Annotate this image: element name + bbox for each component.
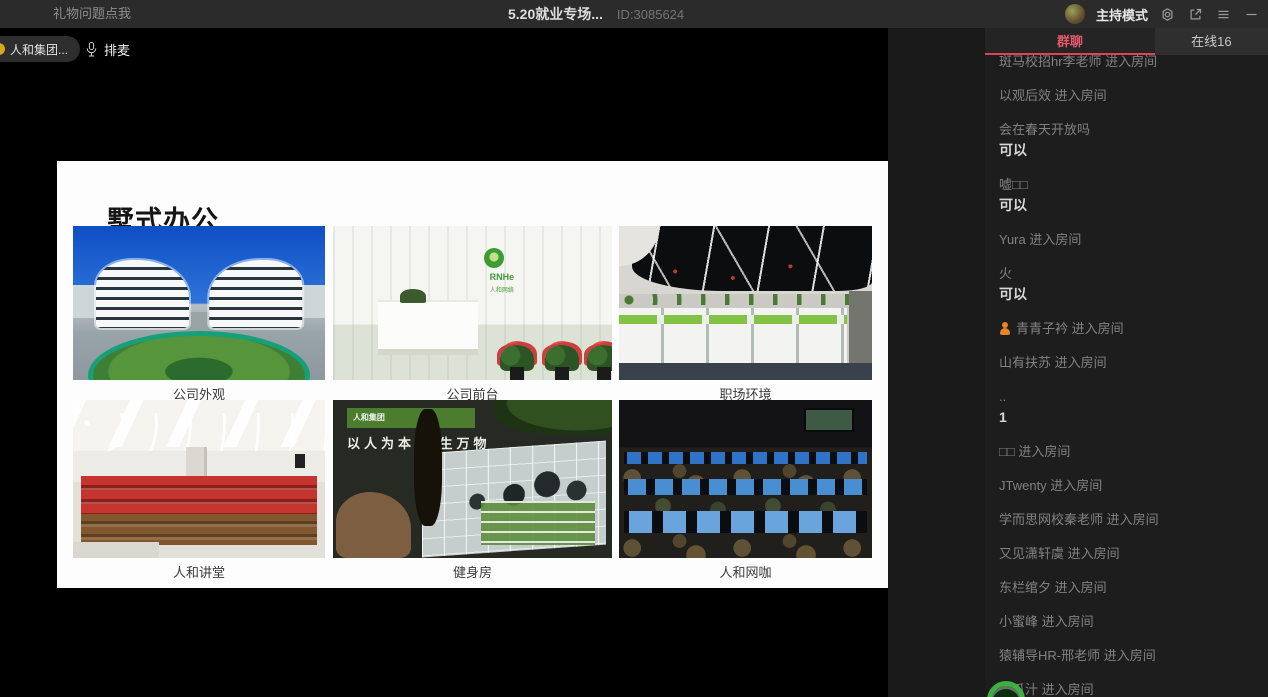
join-notice-text: Yura 进入房间	[999, 230, 1258, 250]
photo-net-cafe: 人和网咖	[619, 400, 872, 581]
chat-message-text: 可以	[999, 284, 1258, 305]
microphone-icon	[85, 41, 98, 58]
chat-username: 火	[999, 264, 1258, 284]
net-cafe-image	[619, 400, 872, 558]
join-notice-text: 以观后效 进入房间	[999, 86, 1258, 106]
host-mode-button[interactable]: 主持模式	[1096, 5, 1148, 24]
video-stage: 人和集团... 排麦 墅式办公 公司外观 RNHe	[0, 28, 888, 697]
person-icon	[999, 322, 1011, 335]
stage-side-gutter	[888, 28, 985, 697]
join-notice: Yura 进入房间	[999, 230, 1258, 250]
titlebar-controls: 主持模式	[1065, 0, 1260, 28]
gift-hint-button[interactable]: 礼物问题点我	[53, 0, 131, 28]
join-notice: 西瓜汁 进入房间	[999, 680, 1258, 697]
join-notice: 以观后效 进入房间	[999, 86, 1258, 106]
join-notice: 斑马校招hr李老师 进入房间	[999, 55, 1258, 72]
photo-gym: 人和集团 以人为本 和生万物 健身房	[333, 400, 612, 581]
join-notice: 小蜜峰 进入房间	[999, 612, 1258, 632]
chat-message: 嘘□□可以	[999, 175, 1258, 216]
brand-logo-icon	[484, 248, 504, 268]
join-notice-text: 学而思网校秦老师 进入房间	[999, 510, 1258, 530]
tab-online-count[interactable]: 在线16	[1155, 28, 1268, 55]
join-notice-text: 又见潇轩虞 进入房间	[999, 544, 1258, 564]
broadcaster-mini-avatar	[0, 43, 5, 55]
join-notice-text: 西瓜汁 进入房间	[999, 680, 1258, 697]
photo-caption: 人和讲堂	[73, 562, 325, 581]
company-exterior-image	[73, 226, 325, 380]
settings-icon[interactable]	[1159, 6, 1176, 23]
join-notice: 猿辅导HR-邢老师 进入房间	[999, 646, 1258, 666]
chat-username: ..	[999, 387, 1258, 407]
reception-image: RNHe 人和网络	[333, 226, 612, 380]
chat-message: 会在春天开放吗可以	[999, 120, 1258, 161]
host-avatar[interactable]	[1065, 4, 1085, 24]
menu-icon[interactable]	[1215, 6, 1232, 23]
chat-username: 嘘□□	[999, 175, 1258, 195]
photo-reception: RNHe 人和网络 公司前台	[333, 226, 612, 403]
chat-message-text: 可以	[999, 195, 1258, 216]
join-notice-text: 猿辅导HR-邢老师 进入房间	[999, 646, 1258, 666]
join-notice-text: □□ 进入房间	[999, 442, 1258, 462]
chat-panel: 群聊 在线16 斑马校招hr李老师 进入房间以观后效 进入房间会在春天开放吗可以…	[985, 28, 1268, 697]
photo-caption: 健身房	[333, 562, 612, 581]
lecture-hall-image	[73, 400, 325, 558]
minimize-icon[interactable]	[1243, 6, 1260, 23]
presentation-slide: 墅式办公 公司外观 RNHe 人和网络 公司前台	[57, 161, 888, 588]
mic-queue-label: 排麦	[104, 40, 130, 59]
chat-message-list[interactable]: 斑马校招hr李老师 进入房间以观后效 进入房间会在春天开放吗可以嘘□□可以Yur…	[985, 55, 1268, 697]
join-notice: 山有扶苏 进入房间	[999, 353, 1258, 373]
broadcaster-tag-label: 人和集团...	[10, 41, 68, 58]
tab-group-chat[interactable]: 群聊	[985, 28, 1155, 55]
chat-message: ..1	[999, 387, 1258, 428]
join-notice-text: 山有扶苏 进入房间	[999, 353, 1258, 373]
chat-message-text: 1	[999, 407, 1258, 428]
join-notice-text: 青青子衿 进入房间	[999, 319, 1258, 339]
join-notice: 学而思网校秦老师 进入房间	[999, 510, 1258, 530]
photo-company-exterior: 公司外观	[73, 226, 325, 403]
mic-queue-button[interactable]: 排麦	[85, 36, 130, 62]
join-notice: 又见潇轩虞 进入房间	[999, 544, 1258, 564]
gym-image: 人和集团 以人为本 和生万物	[333, 400, 612, 558]
live-room-window: 礼物问题点我 5.20就业专场... ID:3085624 主持模式 人和集	[0, 0, 1268, 697]
chat-message: 火可以	[999, 264, 1258, 305]
join-notice: 青青子衿 进入房间	[999, 319, 1258, 339]
chat-tabs: 群聊 在线16	[985, 28, 1268, 55]
open-in-new-icon[interactable]	[1187, 6, 1204, 23]
join-notice-text: 斑马校招hr李老师 进入房间	[999, 55, 1258, 72]
room-title: 5.20就业专场...	[508, 4, 603, 24]
join-notice: JTwenty 进入房间	[999, 476, 1258, 496]
chat-message-text: 可以	[999, 140, 1258, 161]
room-id: ID:3085624	[617, 7, 684, 22]
photo-lecture-hall: 人和讲堂	[73, 400, 325, 581]
join-notice-text: 东栏绾夕 进入房间	[999, 578, 1258, 598]
join-notice-text: 小蜜峰 进入房间	[999, 612, 1258, 632]
join-notice: 东栏绾夕 进入房间	[999, 578, 1258, 598]
chat-username: 会在春天开放吗	[999, 120, 1258, 140]
broadcaster-tag[interactable]: 人和集团...	[0, 36, 80, 62]
room-info: 5.20就业专场... ID:3085624	[508, 0, 684, 28]
join-notice-text: JTwenty 进入房间	[999, 476, 1258, 496]
photo-caption: 人和网咖	[619, 562, 872, 581]
join-notice: □□ 进入房间	[999, 442, 1258, 462]
photo-workspace: 职场环境	[619, 226, 872, 403]
workspace-image	[619, 226, 872, 380]
titlebar: 礼物问题点我 5.20就业专场... ID:3085624 主持模式	[0, 0, 1268, 28]
